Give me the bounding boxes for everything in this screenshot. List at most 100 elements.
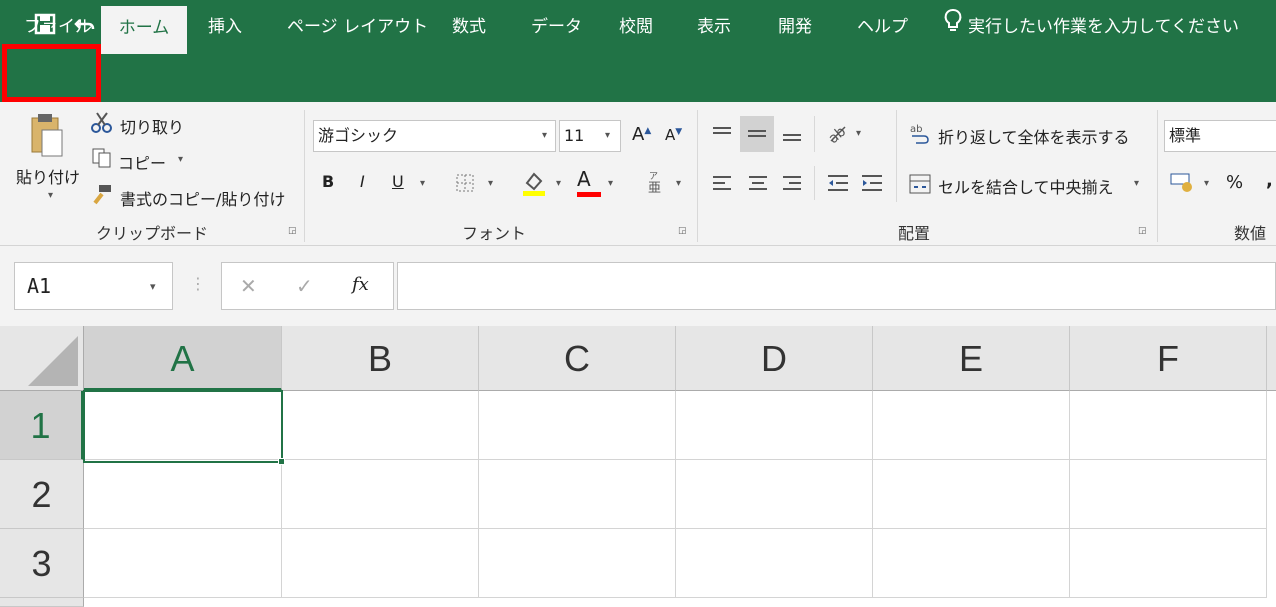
number-format-value: 標準 <box>1169 126 1202 145</box>
align-top-icon[interactable] <box>706 118 738 150</box>
cell-C1[interactable] <box>479 391 676 460</box>
underline-dropdown-icon[interactable]: ▾ <box>420 178 425 189</box>
format-painter-icon <box>90 182 114 206</box>
align-bottom-icon[interactable] <box>776 118 808 150</box>
borders-dropdown-icon[interactable]: ▾ <box>488 178 493 189</box>
align-middle-icon[interactable] <box>740 116 774 152</box>
cell-F3[interactable] <box>1070 529 1267 598</box>
name-box-dropdown-icon[interactable]: ▾ <box>150 280 156 293</box>
font-name-dropdown-icon[interactable]: ▾ <box>542 130 547 141</box>
tab-insert[interactable]: 挿入 <box>208 0 242 54</box>
merge-dropdown-icon[interactable]: ▾ <box>1134 178 1139 189</box>
decrease-indent-icon[interactable] <box>822 168 854 198</box>
cell-D1[interactable] <box>676 391 873 460</box>
select-all-button[interactable] <box>0 326 84 391</box>
insert-function-icon[interactable]: fx <box>352 274 369 295</box>
font-launcher-icon[interactable]: ◲ <box>678 226 690 238</box>
orientation-icon[interactable]: ab <box>822 118 852 148</box>
paste-icon[interactable] <box>16 112 76 160</box>
align-left-icon[interactable] <box>706 168 738 198</box>
cell-F1[interactable] <box>1070 391 1267 460</box>
paste-dropdown-icon[interactable]: ▾ <box>48 190 53 201</box>
tab-data[interactable]: データ <box>531 0 582 54</box>
column-header-B[interactable]: B <box>282 326 479 391</box>
borders-icon[interactable] <box>452 170 478 196</box>
row-header-2[interactable]: 2 <box>0 460 84 529</box>
formula-input[interactable] <box>397 262 1276 310</box>
cell-C3[interactable] <box>479 529 676 598</box>
formula-bar-grip[interactable]: ⋮ <box>190 274 206 293</box>
ribbon-tabs <box>0 48 1276 102</box>
tab-help[interactable]: ヘルプ <box>857 0 908 54</box>
increase-indent-icon[interactable] <box>856 168 888 198</box>
font-color-dropdown-icon[interactable]: ▾ <box>608 178 613 189</box>
row-header-4[interactable] <box>0 598 84 607</box>
orientation-dropdown-icon[interactable]: ▾ <box>856 128 861 139</box>
cell-B1[interactable] <box>282 391 479 460</box>
merge-center-button[interactable]: セルを結合して中央揃え <box>938 174 1114 198</box>
cell-C2[interactable] <box>479 460 676 529</box>
wrap-text-button[interactable]: 折り返して全体を表示する <box>938 124 1130 148</box>
phonetic-guide-icon[interactable]: ア亜 <box>642 168 668 196</box>
name-box-value: A1 <box>27 274 52 298</box>
tab-page-layout[interactable]: ページ レイアウト <box>287 0 428 54</box>
column-header-C[interactable]: C <box>479 326 676 391</box>
tab-home[interactable]: ホーム <box>101 6 187 54</box>
paste-button[interactable]: 貼り付け <box>16 164 80 188</box>
column-header-F[interactable]: F <box>1070 326 1267 391</box>
divider <box>814 116 815 152</box>
cell-F2[interactable] <box>1070 460 1267 529</box>
tell-me-search[interactable]: 実行したい作業を入力してください <box>944 0 1239 54</box>
cell-D2[interactable] <box>676 460 873 529</box>
align-center-icon[interactable] <box>742 168 774 198</box>
active-cell-selection[interactable] <box>83 390 283 463</box>
divider <box>1157 110 1158 242</box>
clipboard-launcher-icon[interactable]: ◲ <box>288 226 300 238</box>
fill-color-icon[interactable] <box>520 168 548 198</box>
cell-A3[interactable] <box>84 529 282 598</box>
percent-style-button[interactable]: % <box>1226 172 1243 193</box>
tab-formulas[interactable]: 数式 <box>452 0 486 54</box>
format-painter-button[interactable]: 書式のコピー/貼り付け <box>120 186 285 210</box>
accounting-format-icon[interactable] <box>1166 168 1198 198</box>
cell-A2[interactable] <box>84 460 282 529</box>
copy-button[interactable]: コピー <box>118 150 166 174</box>
font-group-label: フォント <box>462 224 527 243</box>
font-size-dropdown-icon[interactable]: ▾ <box>605 130 610 141</box>
font-name-select[interactable]: 游ゴシック <box>313 120 556 152</box>
column-header-D[interactable]: D <box>676 326 873 391</box>
enter-icon[interactable]: ✓ <box>296 274 313 298</box>
font-color-button[interactable]: A <box>577 168 601 197</box>
fill-handle[interactable] <box>278 458 285 465</box>
grow-font-button[interactable]: A▲ <box>632 124 651 145</box>
cell-E1[interactable] <box>873 391 1070 460</box>
phonetic-dropdown-icon[interactable]: ▾ <box>676 178 681 189</box>
column-header-E[interactable]: E <box>873 326 1070 391</box>
bold-button[interactable]: B <box>322 172 334 191</box>
row-header-1[interactable]: 1 <box>0 391 84 460</box>
cell-E2[interactable] <box>873 460 1070 529</box>
shrink-font-button[interactable]: A▼ <box>665 126 682 144</box>
accounting-dropdown-icon[interactable]: ▾ <box>1204 178 1209 189</box>
tab-review[interactable]: 校閲 <box>619 0 653 54</box>
cell-B3[interactable] <box>282 529 479 598</box>
underline-button[interactable]: U <box>392 172 404 191</box>
font-size-select[interactable]: 11 <box>559 120 621 152</box>
comma-style-button[interactable]: , <box>1266 170 1273 191</box>
cell-D3[interactable] <box>676 529 873 598</box>
italic-button[interactable]: I <box>360 172 365 191</box>
column-header-A[interactable]: A <box>84 326 282 391</box>
copy-dropdown-icon[interactable]: ▾ <box>178 154 183 165</box>
cell-E3[interactable] <box>873 529 1070 598</box>
column-header-G[interactable] <box>1267 326 1276 391</box>
align-right-icon[interactable] <box>776 168 808 198</box>
cell-B2[interactable] <box>282 460 479 529</box>
tab-view[interactable]: 表示 <box>697 0 731 54</box>
number-format-select[interactable]: 標準 <box>1164 120 1276 152</box>
cancel-icon[interactable]: ✕ <box>240 274 257 298</box>
row-header-3[interactable]: 3 <box>0 529 84 598</box>
alignment-launcher-icon[interactable]: ◲ <box>1138 226 1150 238</box>
tab-developer[interactable]: 開発 <box>778 0 812 54</box>
cut-button[interactable]: 切り取り <box>120 114 184 138</box>
fill-color-dropdown-icon[interactable]: ▾ <box>556 178 561 189</box>
